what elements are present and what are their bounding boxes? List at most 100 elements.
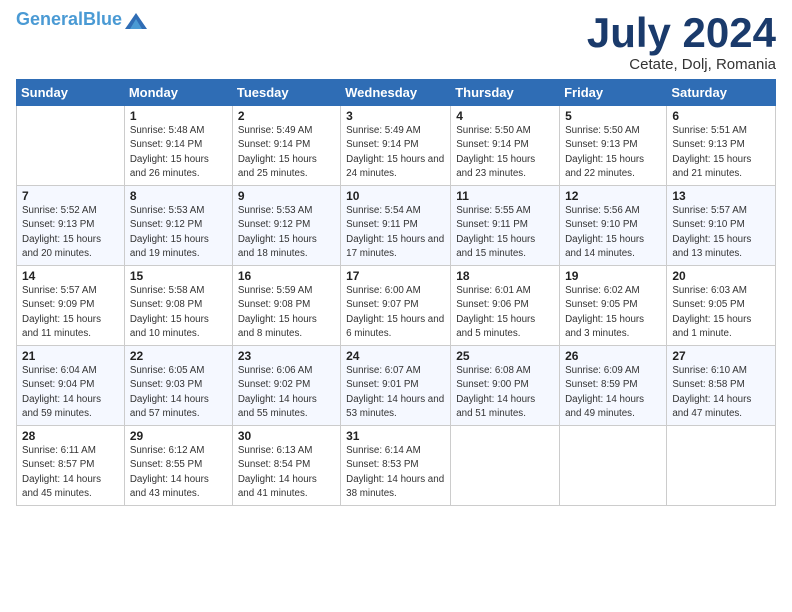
cell-date: 3: [346, 109, 445, 123]
table-row: 24 Sunrise: 6:07 AM Sunset: 9:01 PM Dayl…: [341, 346, 451, 426]
daylight-text: Daylight: 14 hours and 59 minutes.: [22, 394, 101, 419]
table-row: 13 Sunrise: 5:57 AM Sunset: 9:10 PM Dayl…: [667, 186, 776, 266]
sunrise-text: Sunrise: 6:01 AM: [456, 285, 531, 296]
cell-date: 8: [130, 189, 227, 203]
sunrise-text: Sunrise: 5:50 AM: [565, 125, 640, 136]
sunrise-text: Sunrise: 5:57 AM: [22, 285, 97, 296]
cell-date: 20: [672, 269, 770, 283]
title-block: July 2024 Cetate, Dolj, Romania: [587, 10, 776, 73]
cell-info: Sunrise: 6:07 AM Sunset: 9:01 PM Dayligh…: [346, 364, 445, 421]
table-row: [451, 426, 560, 506]
sunrise-text: Sunrise: 6:10 AM: [672, 365, 747, 376]
daylight-text: Daylight: 14 hours and 53 minutes.: [346, 394, 444, 419]
table-row: 3 Sunrise: 5:49 AM Sunset: 9:14 PM Dayli…: [341, 106, 451, 186]
table-row: 19 Sunrise: 6:02 AM Sunset: 9:05 PM Dayl…: [560, 266, 667, 346]
sunset-text: Sunset: 8:58 PM: [672, 379, 744, 390]
cell-date: 1: [130, 109, 227, 123]
sunset-text: Sunset: 8:55 PM: [130, 459, 202, 470]
cell-date: 24: [346, 349, 445, 363]
sunrise-text: Sunrise: 5:57 AM: [672, 205, 747, 216]
daylight-text: Daylight: 15 hours and 19 minutes.: [130, 234, 209, 259]
cell-date: 28: [22, 429, 119, 443]
cell-info: Sunrise: 5:51 AM Sunset: 9:13 PM Dayligh…: [672, 124, 770, 181]
cell-date: 30: [238, 429, 335, 443]
cell-info: Sunrise: 5:50 AM Sunset: 9:14 PM Dayligh…: [456, 124, 554, 181]
cell-info: Sunrise: 6:11 AM Sunset: 8:57 PM Dayligh…: [22, 444, 119, 501]
table-row: 21 Sunrise: 6:04 AM Sunset: 9:04 PM Dayl…: [17, 346, 125, 426]
cell-info: Sunrise: 6:00 AM Sunset: 9:07 PM Dayligh…: [346, 284, 445, 341]
daylight-text: Daylight: 15 hours and 25 minutes.: [238, 154, 317, 179]
sunrise-text: Sunrise: 6:11 AM: [22, 445, 96, 456]
sunset-text: Sunset: 9:14 PM: [130, 139, 202, 150]
cell-date: 9: [238, 189, 335, 203]
logo-text: GeneralBlue: [16, 10, 122, 30]
cell-date: 16: [238, 269, 335, 283]
daylight-text: Daylight: 14 hours and 51 minutes.: [456, 394, 535, 419]
daylight-text: Daylight: 14 hours and 57 minutes.: [130, 394, 209, 419]
cell-info: Sunrise: 5:52 AM Sunset: 9:13 PM Dayligh…: [22, 204, 119, 261]
table-row: 28 Sunrise: 6:11 AM Sunset: 8:57 PM Dayl…: [17, 426, 125, 506]
col-saturday: Saturday: [667, 80, 776, 106]
sunset-text: Sunset: 9:06 PM: [456, 299, 528, 310]
cell-info: Sunrise: 6:10 AM Sunset: 8:58 PM Dayligh…: [672, 364, 770, 421]
month-title: July 2024: [587, 10, 776, 56]
cell-info: Sunrise: 5:50 AM Sunset: 9:13 PM Dayligh…: [565, 124, 661, 181]
table-row: 18 Sunrise: 6:01 AM Sunset: 9:06 PM Dayl…: [451, 266, 560, 346]
daylight-text: Daylight: 14 hours and 55 minutes.: [238, 394, 317, 419]
daylight-text: Daylight: 15 hours and 14 minutes.: [565, 234, 644, 259]
cell-info: Sunrise: 6:12 AM Sunset: 8:55 PM Dayligh…: [130, 444, 227, 501]
daylight-text: Daylight: 15 hours and 3 minutes.: [565, 314, 644, 339]
cell-date: 19: [565, 269, 661, 283]
table-row: 23 Sunrise: 6:06 AM Sunset: 9:02 PM Dayl…: [232, 346, 340, 426]
cell-date: 2: [238, 109, 335, 123]
daylight-text: Daylight: 14 hours and 45 minutes.: [22, 474, 101, 499]
sunset-text: Sunset: 9:11 PM: [456, 219, 528, 230]
table-row: 8 Sunrise: 5:53 AM Sunset: 9:12 PM Dayli…: [124, 186, 232, 266]
daylight-text: Daylight: 15 hours and 1 minute.: [672, 314, 751, 339]
table-row: 10 Sunrise: 5:54 AM Sunset: 9:11 PM Dayl…: [341, 186, 451, 266]
cell-date: 10: [346, 189, 445, 203]
cell-info: Sunrise: 5:59 AM Sunset: 9:08 PM Dayligh…: [238, 284, 335, 341]
calendar-header-row: Sunday Monday Tuesday Wednesday Thursday…: [17, 80, 776, 106]
sunrise-text: Sunrise: 6:08 AM: [456, 365, 531, 376]
cell-date: 27: [672, 349, 770, 363]
cell-info: Sunrise: 5:49 AM Sunset: 9:14 PM Dayligh…: [346, 124, 445, 181]
cell-info: Sunrise: 6:06 AM Sunset: 9:02 PM Dayligh…: [238, 364, 335, 421]
cell-date: 29: [130, 429, 227, 443]
daylight-text: Daylight: 15 hours and 11 minutes.: [22, 314, 101, 339]
calendar-week-row: 28 Sunrise: 6:11 AM Sunset: 8:57 PM Dayl…: [17, 426, 776, 506]
col-thursday: Thursday: [451, 80, 560, 106]
daylight-text: Daylight: 15 hours and 6 minutes.: [346, 314, 444, 339]
sunset-text: Sunset: 9:04 PM: [22, 379, 94, 390]
sunset-text: Sunset: 9:12 PM: [130, 219, 202, 230]
logo-icon: [125, 13, 147, 29]
sunset-text: Sunset: 9:07 PM: [346, 299, 418, 310]
sunrise-text: Sunrise: 6:03 AM: [672, 285, 747, 296]
table-row: [667, 426, 776, 506]
sunrise-text: Sunrise: 6:12 AM: [130, 445, 205, 456]
sunset-text: Sunset: 8:59 PM: [565, 379, 637, 390]
cell-date: 26: [565, 349, 661, 363]
table-row: 12 Sunrise: 5:56 AM Sunset: 9:10 PM Dayl…: [560, 186, 667, 266]
page: GeneralBlue July 2024 Cetate, Dolj, Roma…: [0, 0, 792, 612]
calendar-week-row: 7 Sunrise: 5:52 AM Sunset: 9:13 PM Dayli…: [17, 186, 776, 266]
table-row: 9 Sunrise: 5:53 AM Sunset: 9:12 PM Dayli…: [232, 186, 340, 266]
cell-info: Sunrise: 6:04 AM Sunset: 9:04 PM Dayligh…: [22, 364, 119, 421]
col-sunday: Sunday: [17, 80, 125, 106]
table-row: 7 Sunrise: 5:52 AM Sunset: 9:13 PM Dayli…: [17, 186, 125, 266]
table-row: 20 Sunrise: 6:03 AM Sunset: 9:05 PM Dayl…: [667, 266, 776, 346]
sunrise-text: Sunrise: 6:14 AM: [346, 445, 421, 456]
daylight-text: Daylight: 15 hours and 24 minutes.: [346, 154, 444, 179]
table-row: [17, 106, 125, 186]
sunset-text: Sunset: 8:54 PM: [238, 459, 310, 470]
col-monday: Monday: [124, 80, 232, 106]
table-row: 25 Sunrise: 6:08 AM Sunset: 9:00 PM Dayl…: [451, 346, 560, 426]
table-row: 30 Sunrise: 6:13 AM Sunset: 8:54 PM Dayl…: [232, 426, 340, 506]
sunset-text: Sunset: 9:10 PM: [672, 219, 744, 230]
daylight-text: Daylight: 15 hours and 10 minutes.: [130, 314, 209, 339]
table-row: 26 Sunrise: 6:09 AM Sunset: 8:59 PM Dayl…: [560, 346, 667, 426]
col-wednesday: Wednesday: [341, 80, 451, 106]
sunset-text: Sunset: 9:14 PM: [346, 139, 418, 150]
sunset-text: Sunset: 9:03 PM: [130, 379, 202, 390]
sunrise-text: Sunrise: 6:09 AM: [565, 365, 640, 376]
